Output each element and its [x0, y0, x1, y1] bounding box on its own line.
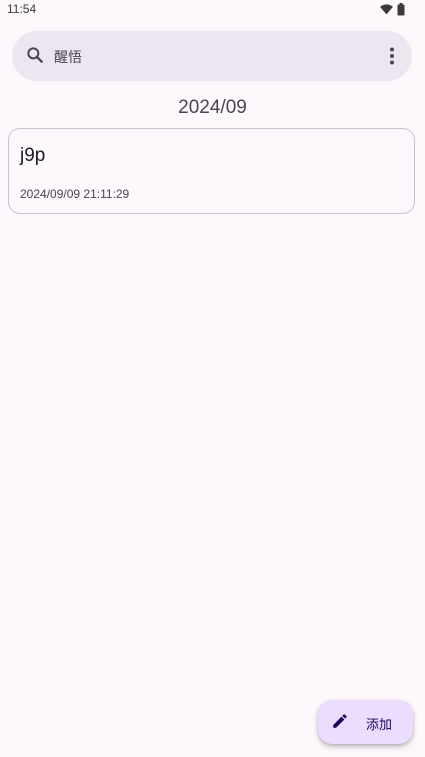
- note-card[interactable]: j9p 2024/09/09 21:11:29: [8, 128, 415, 214]
- edit-pencil-icon: [333, 714, 347, 728]
- status-bar: 11:54: [0, 0, 425, 20]
- note-timestamp: 2024/09/09 21:11:29: [20, 187, 130, 201]
- note-title: j9p: [20, 145, 46, 166]
- search-icon[interactable]: [25, 45, 45, 65]
- battery-icon: [397, 3, 405, 16]
- status-icons: [380, 3, 405, 16]
- add-button-label: 添加: [366, 718, 393, 733]
- month-group-header: 2024/09: [178, 97, 247, 118]
- search-input[interactable]: 醒悟: [54, 47, 82, 67]
- add-note-button[interactable]: 添加: [318, 700, 413, 744]
- status-time: 11:54: [7, 2, 37, 16]
- search-bar[interactable]: 醒悟: [12, 31, 412, 81]
- more-vert-icon[interactable]: [384, 45, 400, 67]
- wifi-icon: [380, 4, 393, 15]
